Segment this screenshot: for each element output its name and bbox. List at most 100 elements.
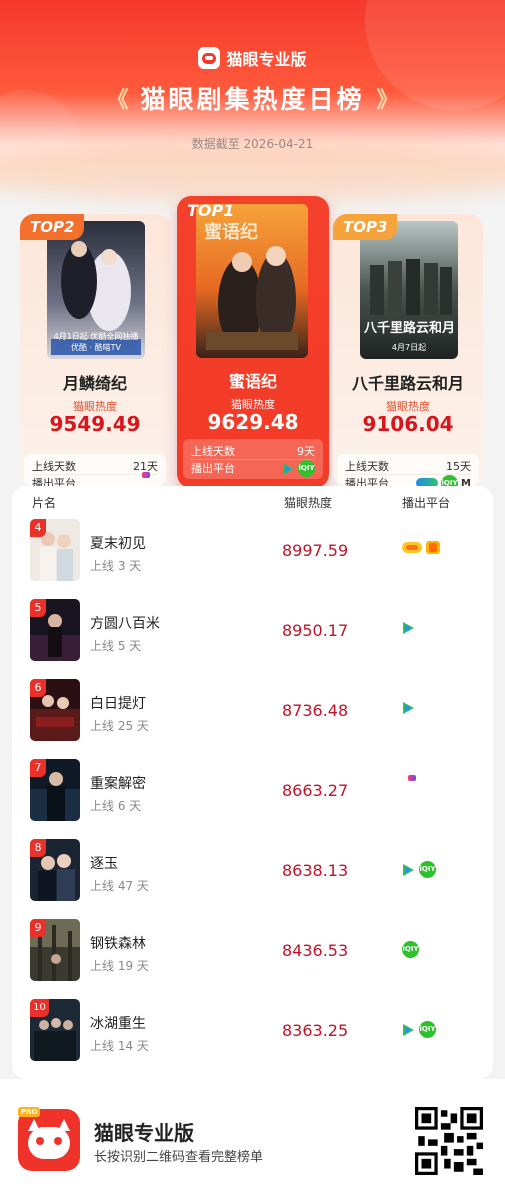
iqiyi-icon: iQIY bbox=[298, 459, 315, 477]
page-title: 猫眼剧集热度日榜 bbox=[140, 85, 365, 114]
cat-face bbox=[28, 1127, 70, 1159]
col-platform-header: 播出平台 bbox=[402, 496, 451, 510]
drama-name: 重案解密 bbox=[90, 776, 146, 792]
top3-info: 上线天数 15天 播出平台 iQIY M bbox=[337, 454, 479, 486]
list-row[interactable]: 6 白日提灯 上线 25 天 8736.48 bbox=[12, 679, 493, 759]
top1-rank-tag: TOP1 bbox=[187, 201, 235, 220]
hunan-tv-icon bbox=[402, 542, 422, 553]
platforms: iQIY bbox=[402, 861, 436, 878]
list-row[interactable]: 4 夏末初见 上线 3 天 8997.59 bbox=[12, 519, 493, 599]
list-row[interactable]: 10 冰湖重生 上线 14 天 8363.25 iQIY bbox=[12, 999, 493, 1079]
heat-value: 8663.27 bbox=[282, 781, 349, 800]
top2-poster[interactable]: 4月1日起 优酷全网独播 优酷 · 酷喵TV bbox=[47, 221, 145, 359]
list-row[interactable]: 8 逐玉 上线 47 天 8638.13 iQIY bbox=[12, 839, 493, 919]
row-poster[interactable]: 6 bbox=[30, 679, 80, 741]
top2-poster-caption: 4月1日起 优酷全网独播 优酷 · 酷喵TV bbox=[47, 331, 145, 353]
days-online: 上线 25 天 bbox=[90, 719, 149, 733]
title-row: 《 猫眼剧集热度日榜 》 bbox=[0, 80, 505, 116]
youku-icon bbox=[136, 472, 158, 486]
tencent-video-icon bbox=[402, 701, 415, 714]
list-row[interactable]: 5 方圆八百米 上线 5 天 8950.17 bbox=[12, 599, 493, 679]
drama-name: 白日提灯 bbox=[90, 696, 146, 712]
days-online: 上线 14 天 bbox=[90, 1039, 149, 1053]
top1-days-label: 上线天数 bbox=[191, 444, 235, 458]
footer: PRO 猫眼专业版 长按识别二维码查看完整榜单 bbox=[0, 1079, 505, 1199]
pro-badge: PRO bbox=[18, 1107, 41, 1117]
row-poster[interactable]: 8 bbox=[30, 839, 80, 901]
top1-days-value: 9天 bbox=[297, 444, 315, 458]
tencent-video-icon bbox=[416, 478, 438, 486]
platforms bbox=[402, 621, 415, 634]
rank-badge: 7 bbox=[30, 759, 46, 777]
top1-info: 上线天数 9天 播出平台 iQIY bbox=[183, 439, 323, 479]
col-name-header: 片名 bbox=[32, 496, 57, 510]
top2-rank-tag: TOP2 bbox=[20, 214, 85, 240]
col-heat-header: 猫眼热度 bbox=[284, 496, 333, 510]
drama-name: 钢铁森林 bbox=[90, 936, 146, 952]
platforms: iQIY bbox=[402, 1021, 436, 1038]
top3-poster-caption: 4月7日起 bbox=[391, 343, 427, 352]
top2-info: 上线天数 21天 播出平台 bbox=[24, 454, 166, 486]
platforms: iQIY bbox=[402, 941, 419, 958]
iqiyi-icon: iQIY bbox=[402, 941, 419, 958]
top3-card[interactable]: 八千里路云和月 4月7日起 TOP3 八千里路云和月 猫眼热度 9106.04 … bbox=[333, 214, 483, 486]
top3-days-value: 15天 bbox=[446, 459, 471, 473]
top3-poster-title: 八千里路云和月 bbox=[364, 321, 456, 336]
top1-platform-label: 播出平台 bbox=[191, 462, 235, 475]
top3-poster[interactable]: 八千里路云和月 4月7日起 bbox=[360, 221, 458, 359]
top2-poster-caption-line1: 4月1日起 优酷全网独播 bbox=[53, 332, 139, 341]
brand-name: 猫眼专业版 bbox=[226, 50, 307, 69]
platforms bbox=[402, 541, 440, 554]
heat-value: 8436.53 bbox=[282, 941, 349, 960]
top3-title: 八千里路云和月 bbox=[351, 374, 464, 393]
top2-days-label: 上线天数 bbox=[32, 459, 76, 473]
iqiyi-icon: iQIY bbox=[419, 861, 436, 878]
top1-card[interactable]: 蜜语纪 TOP1 蜜语纪 猫眼热度 9629.48 上线天数 9天 播出平台 iQ… bbox=[177, 196, 329, 488]
top3-rank-tag: TOP3 bbox=[333, 214, 398, 240]
iqiyi-icon: iQIY bbox=[419, 1021, 436, 1038]
youku-icon bbox=[402, 775, 424, 791]
rank-badge: 9 bbox=[30, 919, 46, 937]
list-row[interactable]: 7 重案解密 上线 6 天 8663.27 bbox=[12, 759, 493, 839]
top3-days-label: 上线天数 bbox=[345, 459, 389, 473]
top3-heat-value: 9106.04 bbox=[362, 412, 454, 436]
qr-code-icon[interactable] bbox=[415, 1107, 483, 1175]
rank-badge: 6 bbox=[30, 679, 46, 697]
footer-app-name: 猫眼专业版 bbox=[94, 1121, 194, 1145]
migu-icon: M bbox=[461, 477, 471, 487]
rank-badge: 4 bbox=[30, 519, 46, 537]
maoyan-logo-icon bbox=[198, 47, 221, 69]
top3-platform-label: 播出平台 bbox=[345, 477, 389, 486]
row-poster[interactable]: 10 bbox=[30, 999, 80, 1061]
row-poster[interactable]: 5 bbox=[30, 599, 80, 661]
laurel-right-icon: 》 bbox=[376, 88, 399, 113]
days-online: 上线 3 天 bbox=[90, 559, 142, 573]
tencent-video-icon bbox=[402, 863, 415, 876]
top1-poster[interactable]: 蜜语纪 bbox=[196, 204, 308, 358]
top1-heat-value: 9629.48 bbox=[207, 410, 299, 434]
drama-name: 冰湖重生 bbox=[90, 1016, 146, 1032]
heat-value: 8736.48 bbox=[282, 701, 349, 720]
list-row[interactable]: 9 钢铁森林 上线 19 天 8436.53 iQIY bbox=[12, 919, 493, 999]
iqiyi-icon: iQIY bbox=[441, 474, 458, 486]
rank-badge: 5 bbox=[30, 599, 46, 617]
mango-tv-icon bbox=[426, 541, 440, 554]
heat-value: 8363.25 bbox=[282, 1021, 349, 1040]
platforms bbox=[402, 775, 424, 791]
top2-platform-label: 播出平台 bbox=[32, 477, 76, 486]
days-online: 上线 19 天 bbox=[90, 959, 149, 973]
top2-title: 月鳞绮纪 bbox=[62, 374, 127, 393]
rank-badge: 8 bbox=[30, 839, 46, 857]
days-online: 上线 6 天 bbox=[90, 799, 142, 813]
top2-card[interactable]: 4月1日起 优酷全网独播 优酷 · 酷喵TV TOP2 月鳞绮纪 猫眼热度 95… bbox=[20, 214, 170, 486]
top1-title: 蜜语纪 bbox=[228, 372, 277, 391]
row-poster[interactable]: 9 bbox=[30, 919, 80, 981]
row-poster[interactable]: 4 bbox=[30, 519, 80, 581]
platforms bbox=[402, 701, 415, 714]
list-header: 片名 猫眼热度 播出平台 bbox=[12, 494, 493, 514]
ranking-list: 片名 猫眼热度 播出平台 4 夏末初见 上线 3 天 8997.59 5 方圆八… bbox=[12, 486, 493, 1079]
tencent-video-icon bbox=[402, 1023, 415, 1036]
data-date: 数据截至 2026-04-21 bbox=[191, 137, 314, 151]
row-poster[interactable]: 7 bbox=[30, 759, 80, 821]
maoyan-app-icon bbox=[18, 1109, 80, 1171]
